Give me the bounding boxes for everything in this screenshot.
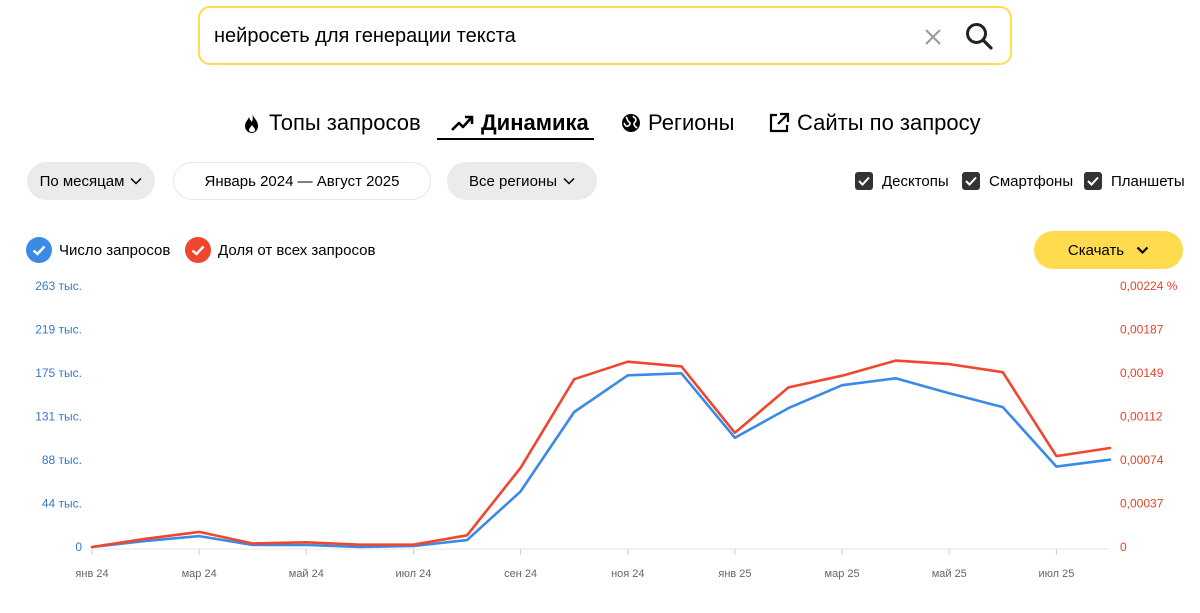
tab-label: Регионы [648, 110, 735, 135]
checkbox-label: Смартфоны [989, 172, 1074, 190]
dynamics-chart: 0 44 тыс. 88 тыс. 131 тыс. 175 тыс. 219 тыс. 2… [35, 279, 1178, 580]
y-left-tick-label: 0 [75, 540, 82, 554]
x-tick-label: июл 24 [396, 568, 432, 580]
y-left-tick-label: 44 тыс. [42, 497, 82, 511]
download-button-label: Скачать [1067, 241, 1125, 259]
tab-label: Динамика [481, 110, 589, 135]
active-tab-underline [437, 138, 594, 140]
period-select[interactable]: По месяцам [27, 162, 155, 200]
x-tick-label: ноя 24 [611, 568, 644, 580]
checkbox-label: Десктопы [882, 172, 949, 190]
search-icon[interactable] [964, 21, 994, 51]
y-right-tick-label: 0,00187 [1120, 323, 1164, 337]
legend-label: Число запросов [59, 241, 171, 259]
period-select-label: По месяцам [39, 172, 125, 190]
y-right-tick-label: 0 [1120, 540, 1127, 554]
y-right-tick-label: 0,00224 % [1120, 279, 1178, 293]
y-right-tick-label: 0,00074 [1120, 453, 1164, 467]
regions-select[interactable]: Все регионы [447, 162, 597, 200]
tab-bar: Топы запросов Динамика Регионы Сайты по … [0, 106, 1200, 146]
checkbox-label: Планшеты [1111, 172, 1185, 190]
checkbox-checked-icon[interactable] [1084, 172, 1102, 190]
y-right-tick-label: 0,00149 [1120, 366, 1164, 380]
tab-label: Топы запросов [269, 110, 421, 135]
y-left-tick-label: 88 тыс. [42, 453, 82, 467]
x-tick-label: янв 24 [75, 568, 108, 580]
legend-toggle-share[interactable]: Доля от всех запросов [185, 236, 375, 264]
x-tick-label: май 24 [289, 568, 324, 580]
legend-label: Доля от всех запросов [218, 241, 376, 259]
x-tick-label: мар 25 [825, 568, 860, 580]
device-checkbox-smartphone[interactable]: Смартфоны [962, 170, 1073, 192]
series-line-count [90, 372, 1112, 549]
y-right-tick-label: 0,00037 [1120, 497, 1164, 511]
clear-icon[interactable] [922, 26, 944, 48]
external-link-icon [769, 112, 790, 133]
search-input[interactable] [214, 22, 904, 50]
series-lines [90, 359, 1112, 549]
search-bar[interactable] [198, 6, 1012, 65]
y-right-tick-label: 0,00112 [1120, 410, 1163, 424]
device-checkbox-desktop[interactable]: Десктопы [855, 170, 949, 192]
legend-toggle-count[interactable]: Число запросов [26, 236, 170, 264]
regions-select-label: Все регионы [469, 172, 557, 190]
left-axis: 0 44 тыс. 88 тыс. 131 тыс. 175 тыс. 219 тыс. 2… [35, 279, 82, 554]
tab-top-queries[interactable]: Топы запросов [242, 106, 421, 140]
download-button[interactable]: Скачать [1034, 231, 1183, 269]
tab-label: Сайты по запросу [797, 110, 981, 135]
chevron-down-icon [563, 177, 575, 185]
date-range-label: Январь 2024 — Август 2025 [204, 172, 400, 190]
device-checkbox-tablet[interactable]: Планшеты [1084, 170, 1185, 192]
checkbox-checked-icon[interactable] [855, 172, 873, 190]
x-tick-label: июл 25 [1038, 568, 1074, 580]
tab-sites[interactable]: Сайты по запросу [768, 106, 981, 140]
x-tick-label: янв 25 [718, 568, 751, 580]
globe-icon [622, 114, 640, 132]
checkmark-icon [185, 237, 211, 263]
checkmark-icon [26, 237, 52, 263]
chevron-down-icon [130, 177, 142, 185]
tab-dynamics[interactable]: Динамика [450, 106, 589, 140]
x-tick-label: мар 24 [182, 568, 217, 580]
x-tick-label: сен 24 [504, 568, 537, 580]
fire-icon [245, 113, 258, 133]
date-range-picker[interactable]: Январь 2024 — Август 2025 [173, 162, 431, 200]
series-line-share [90, 359, 1112, 549]
y-left-tick-label: 219 тыс. [35, 323, 82, 337]
checkbox-checked-icon[interactable] [962, 172, 980, 190]
x-axis: янв 24 мар 24 май 24 июл 24 сен 24 ноя 24 янв … [75, 548, 1110, 580]
chevron-down-icon [1136, 246, 1149, 254]
tab-regions[interactable]: Регионы [621, 106, 734, 140]
trend-up-icon [451, 115, 474, 131]
right-axis: 0 0,00037 0,00074 0,00112 0,00149 0,00187 0,00… [1120, 279, 1178, 554]
x-tick-label: май 25 [932, 568, 967, 580]
y-left-tick-label: 175 тыс. [35, 366, 82, 380]
y-left-tick-label: 131 тыс. [35, 410, 82, 424]
y-left-tick-label: 263 тыс. [35, 279, 82, 293]
